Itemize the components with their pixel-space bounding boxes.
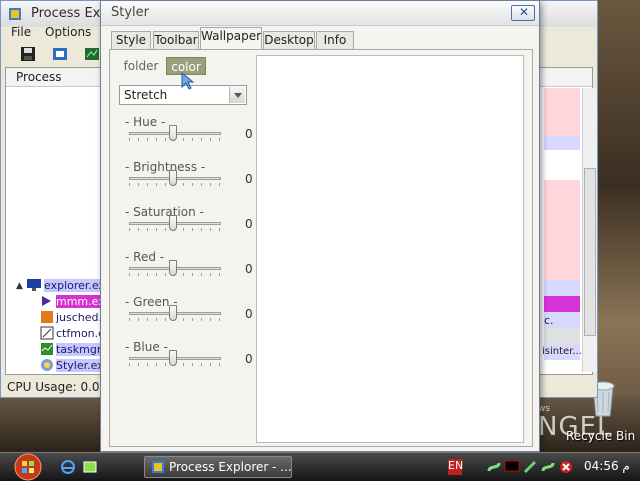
slider-label: - Hue - — [125, 115, 166, 129]
process-explorer-task-icon — [152, 461, 164, 473]
slider-thumb[interactable] — [169, 305, 177, 321]
red-slider: - Red - 0 — [125, 250, 255, 290]
slider-value: 0 — [245, 172, 253, 186]
pen-icon — [40, 326, 54, 340]
slider-thumb[interactable] — [169, 215, 177, 231]
process-list-right-columns: c. isinter... — [542, 88, 582, 368]
close-icon: ✕ — [519, 5, 530, 19]
slider-thumb[interactable] — [169, 350, 177, 366]
tab-wallpaper[interactable]: Wallpaper — [200, 27, 262, 49]
styler-icon — [41, 359, 53, 371]
tab-style[interactable]: Style — [111, 31, 151, 49]
system-info-icon[interactable] — [83, 45, 101, 63]
slider-thumb[interactable] — [169, 170, 177, 186]
chevron-down-icon[interactable] — [229, 87, 245, 103]
slider-label: - Red - — [125, 250, 165, 264]
monitor-icon — [27, 279, 41, 291]
scrollbar-thumb[interactable] — [584, 168, 596, 336]
styler-title: Styler — [111, 5, 149, 20]
slider-value: 0 — [245, 262, 253, 276]
brightness-slider: - Brightness - 0 — [125, 160, 255, 200]
row-fragment-c: c. — [544, 314, 554, 327]
internet-explorer-icon[interactable] — [60, 459, 76, 475]
tab-desktop[interactable]: Desktop — [263, 31, 315, 49]
recycle-bin-label: Recycle Bin — [566, 429, 636, 443]
play-icon — [42, 296, 51, 306]
process-explorer-icon — [9, 8, 21, 20]
start-button-icon[interactable] — [10, 453, 46, 481]
slider-value: 0 — [245, 352, 253, 366]
wallpaper-preview — [256, 55, 524, 443]
taskbar-process-explorer-button[interactable]: Process Explorer - ... — [144, 456, 292, 478]
network-tray-icon[interactable] — [522, 459, 538, 475]
blue-slider: - Blue - 0 — [125, 340, 255, 380]
menu-options[interactable]: Options — [45, 25, 91, 39]
tab-info[interactable]: Info — [316, 31, 354, 49]
row-fragment-isinter: isinter... — [542, 346, 582, 357]
taskbar-button-label: Process Explorer - ... — [169, 460, 292, 474]
save-icon[interactable] — [19, 45, 37, 63]
slider-thumb[interactable] — [169, 260, 177, 276]
tab-toolbar[interactable]: Toolbar — [153, 31, 199, 49]
show-desktop-icon[interactable] — [82, 459, 98, 475]
slider-value: 0 — [245, 127, 253, 141]
java-icon — [41, 311, 53, 323]
slider-value: 0 — [245, 217, 253, 231]
styler-tray-icon[interactable] — [486, 459, 502, 475]
task-manager-icon — [41, 343, 53, 355]
saturation-slider: - Saturation - 0 — [125, 205, 255, 245]
folder-button[interactable]: folder — [121, 57, 161, 75]
slider-thumb[interactable] — [169, 125, 177, 141]
menu-file[interactable]: File — [11, 25, 31, 39]
mouse-cursor-icon — [181, 72, 195, 90]
hue-slider: - Hue - 0 — [125, 115, 255, 155]
security-alert-icon[interactable] — [558, 459, 574, 475]
refresh-icon[interactable] — [51, 45, 69, 63]
monitor-tray-icon[interactable] — [504, 459, 520, 475]
stretch-mode-value: Stretch — [124, 88, 168, 102]
language-indicator[interactable]: EN — [448, 459, 463, 475]
sync-tray-icon[interactable] — [540, 459, 556, 475]
styler-window: Styler ✕ Style Toolbar Wallpaper Desktop… — [100, 0, 540, 452]
styler-tabs: Style Toolbar Wallpaper Desktop Info — [111, 27, 531, 49]
process-list-scrollbar[interactable] — [582, 88, 597, 372]
column-process[interactable]: Process — [16, 70, 62, 84]
styler-titlebar[interactable]: Styler ✕ — [101, 1, 539, 26]
cpu-usage-status: CPU Usage: 0.00 — [7, 380, 108, 394]
close-button[interactable]: ✕ — [511, 5, 535, 21]
clock[interactable]: 04:56 م — [584, 459, 630, 473]
green-slider: - Green - 0 — [125, 295, 255, 335]
slider-label: - Blue - — [125, 340, 168, 354]
slider-label: - Saturation - — [125, 205, 204, 219]
slider-value: 0 — [245, 307, 253, 321]
taskbar: Process Explorer - ... EN 04:56 م — [0, 452, 640, 481]
slider-label: - Brightness - — [125, 160, 206, 174]
